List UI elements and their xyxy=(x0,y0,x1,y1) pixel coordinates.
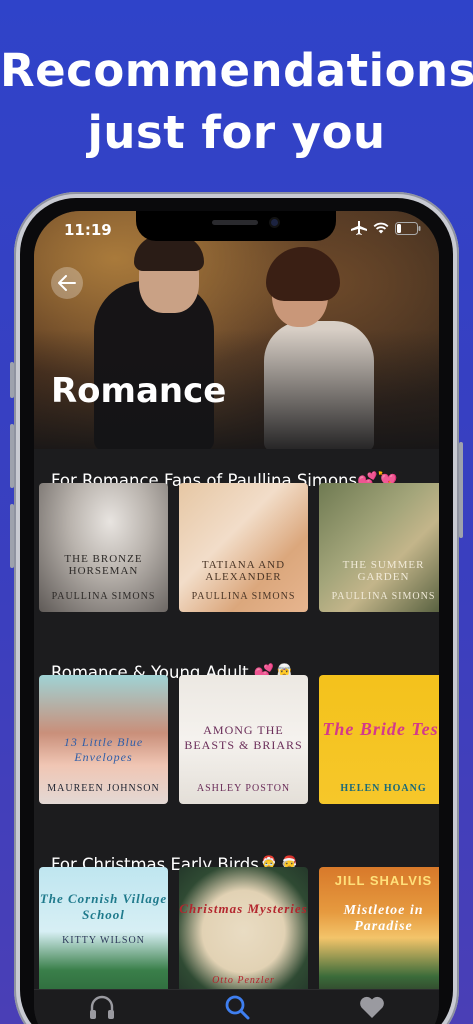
power-button xyxy=(459,442,463,538)
book-cover[interactable]: THE SUMMER GARDEN PAULLINA SIMONS xyxy=(319,483,439,612)
book-title: THE SUMMER GARDEN xyxy=(342,559,425,583)
mute-switch xyxy=(10,362,14,398)
airplane-icon xyxy=(351,221,367,235)
tab-listen[interactable] xyxy=(82,994,122,1024)
hero-figure-woman-hair xyxy=(266,247,340,301)
front-camera xyxy=(269,217,280,228)
book-cover[interactable]: THE BRONZE HORSEMAN PAULLINA SIMONS xyxy=(39,483,168,612)
status-icons xyxy=(351,221,421,235)
category-title: Romance xyxy=(51,371,227,411)
book-cover[interactable]: The Cornish Village School KITTY WILSON xyxy=(39,867,168,996)
book-title: Mistletoe in Paradise xyxy=(343,903,424,934)
book-title: The Cornish Village School xyxy=(39,891,168,922)
book-author: HELEN HOANG xyxy=(340,783,427,794)
book-author: ASHLEY POSTON xyxy=(196,783,291,794)
book-cover[interactable]: 13 Little Blue Envelopes MAUREEN JOHNSON xyxy=(39,675,168,804)
back-button[interactable] xyxy=(51,267,83,299)
hero-figure-woman xyxy=(264,321,374,451)
book-title: TATIANA AND ALEXANDER xyxy=(201,559,286,583)
phone-frame: 11:19 Romance For Romance Fans of Paulli… xyxy=(10,192,463,1024)
tab-favorites[interactable] xyxy=(352,994,392,1024)
book-cover[interactable]: The Bride Test HELEN HOANG xyxy=(319,675,439,804)
wifi-icon xyxy=(373,222,389,234)
book-cover[interactable]: TATIANA AND ALEXANDER PAULLINA SIMONS xyxy=(179,483,308,612)
book-cover[interactable]: Mistletoe in Paradise JILL SHALVIS xyxy=(319,867,439,996)
battery-icon xyxy=(395,221,421,235)
book-title: Christmas Mysteries xyxy=(179,901,308,916)
promo-headline: Recommendations just for you xyxy=(0,40,473,164)
book-cover[interactable]: Christmas Mysteries Otto Penzler xyxy=(179,867,308,996)
book-author: KITTY WILSON xyxy=(62,935,145,946)
recommendation-list: For Romance Fans of Paullina Simons💕💘 TH… xyxy=(34,449,439,996)
book-row: The Cornish Village School KITTY WILSON … xyxy=(39,867,439,996)
hero-image xyxy=(34,211,439,451)
book-title: AMONG THE BEASTS & BRIARS xyxy=(184,723,303,752)
book-cover[interactable]: AMONG THE BEASTS & BRIARS ASHLEY POSTON xyxy=(179,675,308,804)
book-title: 13 Little Blue Envelopes xyxy=(63,735,144,764)
app-screen: 11:19 Romance For Romance Fans of Paulli… xyxy=(34,211,439,1024)
tab-search[interactable] xyxy=(217,994,257,1024)
status-time: 11:19 xyxy=(64,221,112,239)
arrow-left-icon xyxy=(58,275,76,291)
book-author: Otto Penzler xyxy=(212,975,275,986)
book-author: PAULLINA SIMONS xyxy=(191,591,296,602)
headphones-icon xyxy=(89,995,114,1019)
book-author: PAULLINA SIMONS xyxy=(331,591,436,602)
volume-up-button xyxy=(10,424,14,488)
tab-bar xyxy=(34,989,439,1024)
headline-line-1: Recommendations xyxy=(0,44,473,97)
book-author: MAUREEN JOHNSON xyxy=(47,783,160,794)
search-icon xyxy=(225,995,249,1020)
volume-down-button xyxy=(10,504,14,568)
book-author: JILL SHALVIS xyxy=(334,873,433,888)
heart-icon xyxy=(359,996,384,1018)
book-title: THE BRONZE HORSEMAN xyxy=(64,553,143,577)
book-title: The Bride Test xyxy=(322,719,439,739)
book-row: 13 Little Blue Envelopes MAUREEN JOHNSON… xyxy=(39,675,439,804)
book-row: THE BRONZE HORSEMAN PAULLINA SIMONS TATI… xyxy=(39,483,439,612)
phone-notch xyxy=(136,211,336,241)
headline-line-2: just for you xyxy=(87,106,386,159)
book-author: PAULLINA SIMONS xyxy=(51,591,156,602)
speaker-grille xyxy=(212,220,258,225)
